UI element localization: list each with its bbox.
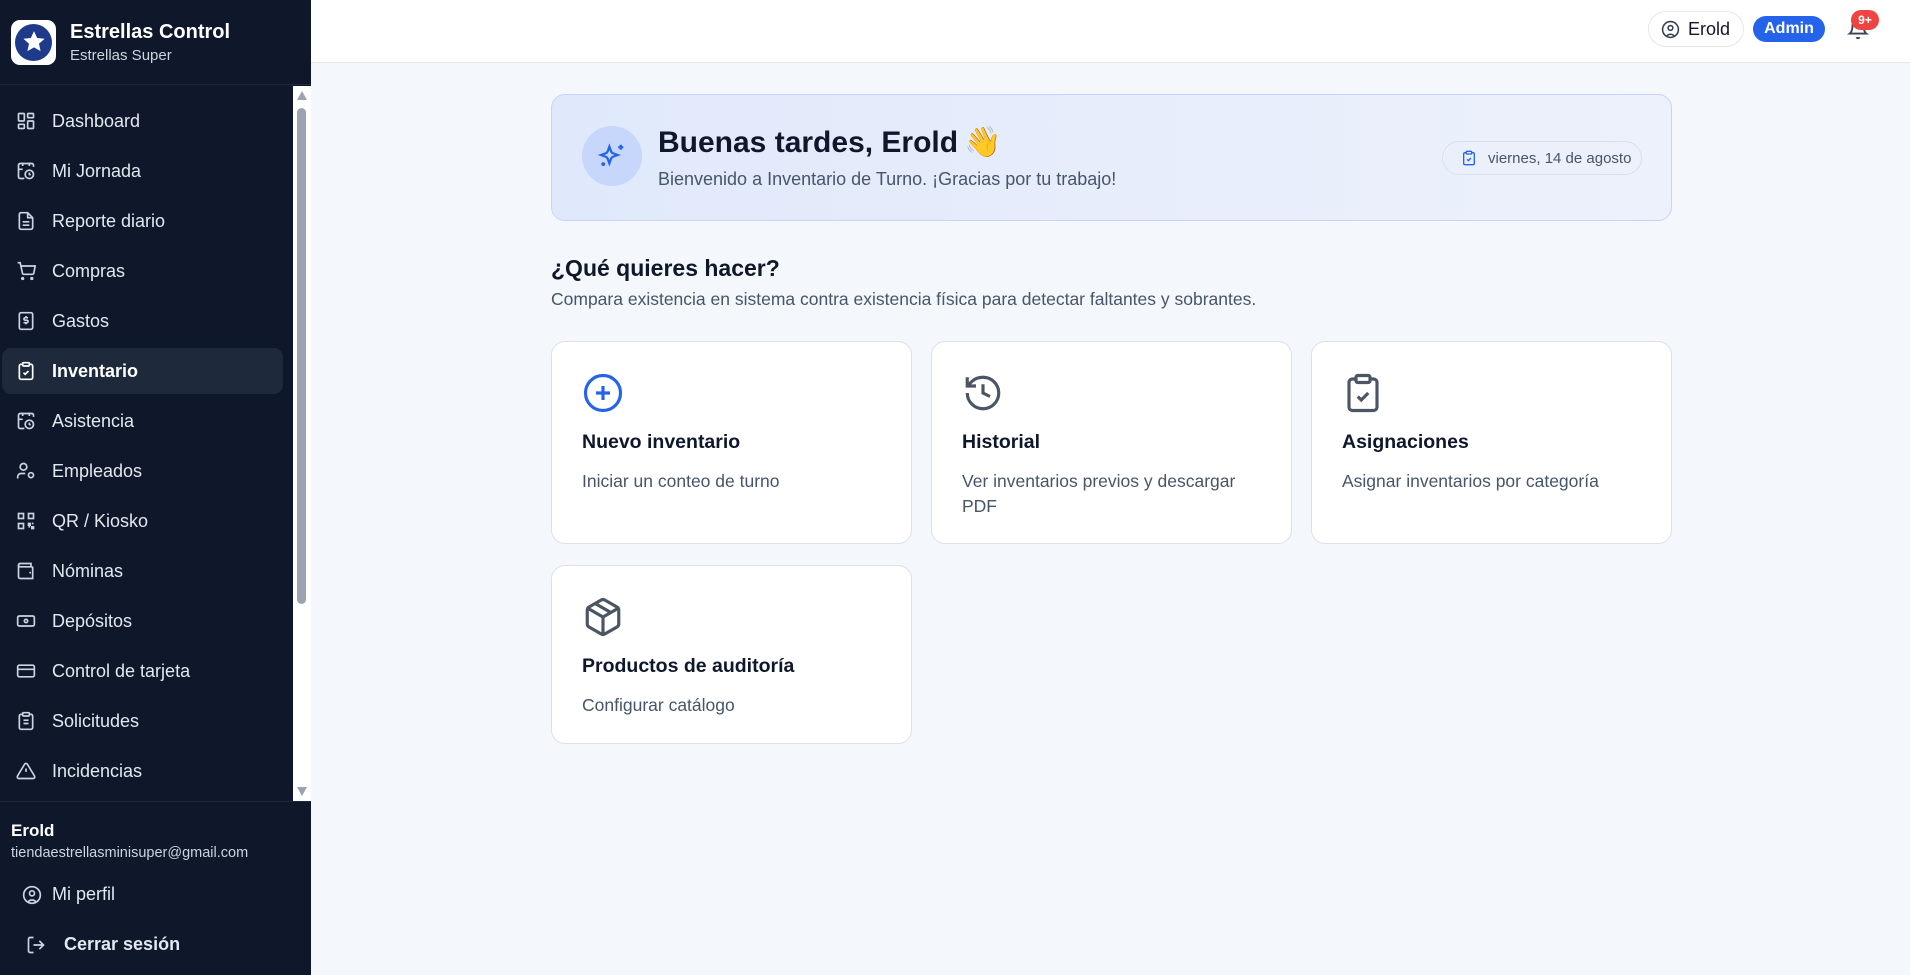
sidebar-item-label: Dashboard [52, 110, 141, 131]
brand-subtitle: Estrellas Super [70, 46, 172, 64]
clipboard-list-icon [18, 711, 34, 731]
brand-title: Estrellas Control [70, 20, 231, 43]
plus-circle-icon [583, 373, 623, 413]
sparkles-icon [582, 126, 642, 186]
user-circle-icon [22, 885, 42, 904]
card-title: Nuevo inventario [582, 431, 741, 453]
sidebar-item-label: Control de tarjeta [52, 660, 191, 681]
card-nuevo-inventario[interactable]: Nuevo inventario Iniciar un conteo de tu… [551, 341, 912, 544]
receipt-dollar-icon [18, 311, 34, 331]
dashboard-icon [17, 112, 35, 130]
warning-icon [16, 762, 36, 780]
clipboard-check-icon [1463, 150, 1475, 166]
sidebar-item-label: Gastos [52, 310, 110, 331]
wallet-icon [17, 562, 34, 580]
sidebar-item-label: Empleados [52, 460, 143, 481]
sidebar-scrollbar[interactable] [293, 86, 311, 801]
sidebar-item-dashboard[interactable]: Dashboard [2, 98, 283, 144]
sidebar-nav: Dashboard Mi Jornada Reporte diario Comp… [0, 86, 311, 801]
logo [11, 19, 56, 65]
card-description: Iniciar un conteo de turno [582, 471, 780, 491]
greeting-text: Buenas tardes, Erold [658, 126, 959, 159]
sidebar-item-label: Asistencia [52, 410, 135, 431]
sidebar-item-control-de-tarjeta[interactable]: Control de tarjeta [2, 648, 283, 694]
role-badge: Admin [1753, 16, 1825, 42]
notification-badge: 9+ [1851, 10, 1879, 30]
document-icon [18, 211, 34, 231]
scroll-down-arrow-icon[interactable] [297, 787, 307, 796]
sidebar-item-gastos[interactable]: Gastos [2, 298, 283, 344]
user-circle-icon [1661, 20, 1680, 38]
sidebar-item-compras[interactable]: Compras [2, 248, 283, 294]
user-email: tiendaestrellasminisuper@gmail.com [11, 845, 249, 861]
card-description: Asignar inventarios por categoría [1342, 471, 1599, 491]
greeting-subtitle: Bienvenido a Inventario de Turno. ¡Graci… [658, 169, 1117, 189]
card-title: Asignaciones [1342, 431, 1469, 453]
user-menu-button[interactable]: Erold [1648, 11, 1744, 47]
logout-icon [27, 936, 45, 953]
sidebar-item-incidencias[interactable]: Incidencias [2, 748, 283, 794]
card-productos-de-auditoria[interactable]: Productos de auditoría Configurar catálo… [551, 565, 912, 744]
sidebar-item-empleados[interactable]: Empleados [2, 448, 283, 494]
sidebar-user: Erold tiendaestrellasminisuper@gmail.com… [0, 801, 311, 975]
credit-card-icon [16, 664, 36, 678]
cart-icon [17, 261, 36, 281]
greeting-title: Buenas tardes, Erold 👋 [658, 125, 1001, 160]
sidebar-item-label: Nóminas [52, 560, 124, 581]
user-name: Erold [11, 821, 55, 840]
sidebar-item-depositos[interactable]: Depósitos [2, 598, 283, 644]
user-menu-label: Erold [1688, 18, 1731, 39]
sidebar-item-mi-jornada[interactable]: Mi Jornada [2, 148, 283, 194]
sidebar-item-inventario[interactable]: Inventario [2, 348, 283, 394]
scroll-up-arrow-icon[interactable] [297, 91, 307, 100]
profile-link[interactable]: Mi perfil [22, 884, 115, 905]
box-icon [585, 597, 621, 637]
section-subtitle: Compara existencia en sistema contra exi… [551, 289, 1257, 309]
sidebar-item-label: Solicitudes [52, 710, 140, 731]
sidebar-item-label: Depósitos [52, 610, 133, 631]
welcome-banner: Buenas tardes, Erold 👋 Bienvenido a Inven… [551, 94, 1672, 221]
logout-button[interactable]: Cerrar sesión [26, 934, 180, 955]
brand[interactable]: Estrellas Control Estrellas Super [0, 0, 311, 85]
calendar-clock-icon [17, 412, 35, 430]
sidebar-item-reporte-diario[interactable]: Reporte diario [2, 198, 283, 244]
sidebar-item-label: Reporte diario [52, 210, 166, 231]
scrollbar-thumb[interactable] [297, 108, 306, 604]
sidebar-item-qr-kiosko[interactable]: QR / Kiosko [2, 498, 283, 544]
sidebar-item-nominas[interactable]: Nóminas [2, 548, 283, 594]
sidebar-item-label: Incidencias [52, 760, 143, 781]
history-icon [965, 375, 1001, 411]
card-historial[interactable]: Historial Ver inventarios previos y desc… [931, 341, 1292, 544]
logout-label: Cerrar sesión [64, 934, 181, 954]
clipboard-check-icon [1347, 373, 1379, 413]
card-asignaciones[interactable]: Asignaciones Asignar inventarios por cat… [1311, 341, 1672, 544]
sidebar: Estrellas Control Estrellas Super Dashbo… [0, 0, 311, 975]
sidebar-item-label: Compras [52, 260, 126, 281]
card-title: Historial [962, 431, 1041, 453]
card-title: Productos de auditoría [582, 655, 795, 677]
banknote-icon [16, 615, 36, 627]
qr-icon [17, 512, 35, 530]
topbar: Erold Admin 9+ [311, 0, 1910, 63]
sidebar-item-label: QR / Kiosko [52, 510, 149, 531]
sidebar-item-label: Mi Jornada [52, 160, 142, 181]
user-gear-icon [16, 462, 35, 479]
date-badge: viernes, 14 de agosto [1442, 141, 1642, 175]
sidebar-item-label: Inventario [52, 360, 139, 381]
sidebar-item-asistencia[interactable]: Asistencia [2, 398, 283, 444]
calendar-clock-icon [17, 162, 35, 180]
sidebar-item-solicitudes[interactable]: Solicitudes [2, 698, 283, 744]
card-description: Configurar catálogo [582, 695, 735, 715]
profile-label: Mi perfil [52, 884, 116, 904]
wave-emoji: 👋 [964, 126, 1002, 159]
card-description: Ver inventarios previos y descargar PDF [962, 471, 1236, 516]
date-text: viernes, 14 de agosto [1488, 149, 1632, 167]
clipboard-check-icon [18, 361, 34, 381]
section-title: ¿Qué quieres hacer? [551, 255, 780, 281]
